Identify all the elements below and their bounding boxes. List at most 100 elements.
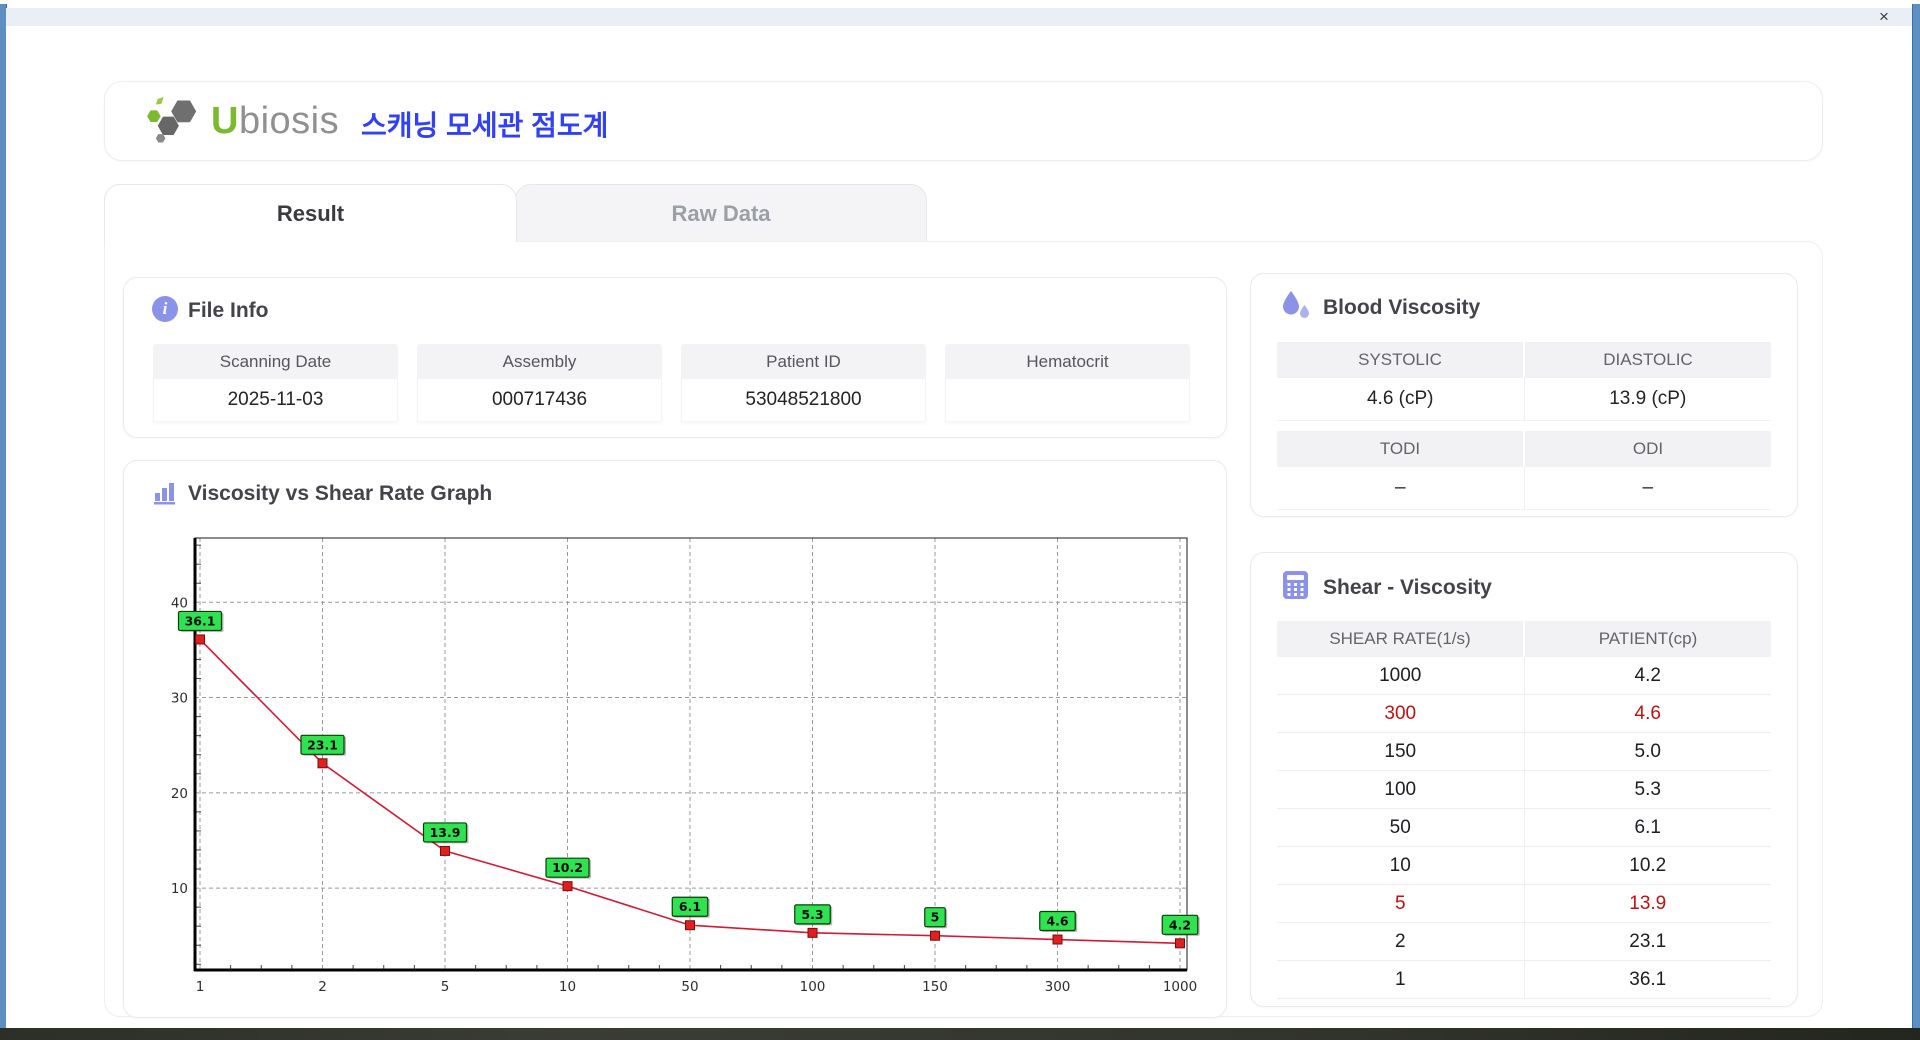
- svg-text:10: 10: [559, 979, 576, 995]
- logo-rest: biosis: [239, 100, 339, 142]
- file-info-card: i File Info Scanning Date 2025-11-03 Ass…: [123, 277, 1227, 438]
- field-label: Scanning Date: [153, 344, 398, 379]
- svg-text:4.2: 4.2: [1169, 917, 1191, 932]
- field-label: Patient ID: [681, 344, 926, 379]
- table-row: 1000 4.2: [1277, 657, 1771, 695]
- close-icon[interactable]: ×: [1874, 9, 1894, 26]
- bv-header-row-1: SYSTOLIC DIASTOLIC: [1277, 342, 1771, 378]
- field-value: [945, 379, 1190, 422]
- sv-cell-patient: 5.0: [1524, 733, 1772, 770]
- field-label: Hematocrit: [945, 344, 1190, 379]
- window-titlebar: ×: [6, 8, 1912, 27]
- svg-text:1000: 1000: [1163, 979, 1197, 995]
- viscosity-chart: 36.123.113.910.26.15.354.64.212510501001…: [152, 527, 1212, 1010]
- table-row: 150 5.0: [1277, 733, 1771, 771]
- sv-cell-patient: 4.2: [1524, 657, 1772, 694]
- svg-text:30: 30: [171, 691, 188, 707]
- shear-viscosity-title: Shear - Viscosity: [1323, 576, 1492, 600]
- sv-cell-patient: 13.9: [1524, 885, 1772, 922]
- droplets-icon: [1281, 290, 1311, 322]
- app-title: 스캐닝 모세관 점도계: [361, 104, 608, 144]
- desktop-edge-bottom: [0, 1028, 1920, 1040]
- svg-text:5: 5: [931, 910, 940, 925]
- table-row: 1 36.1: [1277, 961, 1771, 999]
- logo-letter-u: U: [211, 100, 239, 142]
- app-window: × Ubiosis 스캐닝 모세관 점도계 Result Raw Data: [0, 0, 1920, 1040]
- bv-value-systolic: 4.6 (cP): [1277, 378, 1524, 420]
- bv-value-row-2: – –: [1277, 467, 1771, 510]
- sv-cell-shear: 100: [1277, 771, 1524, 808]
- header-card: Ubiosis 스캐닝 모세관 점도계: [104, 81, 1823, 161]
- bv-value-diastolic: 13.9 (cP): [1524, 378, 1772, 420]
- sv-cell-patient: 23.1: [1524, 923, 1772, 960]
- file-info-title: File Info: [188, 299, 269, 323]
- sv-cell-shear: 300: [1277, 695, 1524, 732]
- field-value: 53048521800: [681, 379, 926, 422]
- sv-cell-shear: 5: [1277, 885, 1524, 922]
- graph-card: Viscosity vs Shear Rate Graph 36.123.113…: [123, 460, 1227, 1018]
- field-value: 2025-11-03: [153, 379, 398, 422]
- table-row: 10 10.2: [1277, 847, 1771, 885]
- bv-header-odi: ODI: [1523, 431, 1771, 467]
- logo: Ubiosis: [147, 96, 339, 146]
- sv-col-patient: PATIENT(cp): [1523, 621, 1771, 657]
- chart-canvas: 36.123.113.910.26.15.354.64.212510501001…: [152, 527, 1212, 1005]
- tab-raw-data[interactable]: Raw Data: [515, 184, 927, 242]
- table-row: 100 5.3: [1277, 771, 1771, 809]
- shear-viscosity-table: SHEAR RATE(1/s) PATIENT(cp) 1000 4.2 300…: [1277, 621, 1771, 999]
- sv-cell-shear: 150: [1277, 733, 1524, 770]
- sv-cell-shear: 2: [1277, 923, 1524, 960]
- svg-text:23.1: 23.1: [307, 737, 338, 752]
- field-label: Assembly: [417, 344, 662, 379]
- field-patient-id: Patient ID 53048521800: [681, 344, 926, 422]
- logo-mark-icon: [147, 96, 205, 146]
- graph-title: Viscosity vs Shear Rate Graph: [188, 482, 492, 506]
- svg-text:5: 5: [441, 979, 450, 995]
- table-row: 5 13.9: [1277, 885, 1771, 923]
- bv-header-todi: TODI: [1277, 431, 1523, 467]
- bv-value-odi: –: [1524, 467, 1772, 509]
- svg-text:5.3: 5.3: [801, 907, 823, 922]
- svg-text:40: 40: [171, 595, 188, 611]
- bv-value-todi: –: [1277, 467, 1524, 509]
- tab-result[interactable]: Result: [104, 184, 517, 242]
- sv-cell-patient: 36.1: [1524, 961, 1772, 998]
- svg-text:2: 2: [318, 979, 327, 995]
- sv-cell-patient: 4.6: [1524, 695, 1772, 732]
- bv-header-systolic: SYSTOLIC: [1277, 342, 1523, 378]
- svg-text:10.2: 10.2: [552, 860, 583, 875]
- table-row: 2 23.1: [1277, 923, 1771, 961]
- sv-cell-shear: 10: [1277, 847, 1524, 884]
- svg-text:300: 300: [1045, 979, 1071, 995]
- window-content: Ubiosis 스캐닝 모세관 점도계 Result Raw Data i Fi…: [6, 26, 1912, 1028]
- svg-text:20: 20: [171, 786, 188, 802]
- svg-text:13.9: 13.9: [430, 825, 461, 840]
- sv-cell-shear: 1: [1277, 961, 1524, 998]
- svg-text:36.1: 36.1: [185, 613, 216, 628]
- svg-text:4.6: 4.6: [1046, 914, 1068, 929]
- desktop-edge-right: [1912, 4, 1920, 1032]
- logo-text: Ubiosis: [211, 100, 339, 143]
- svg-text:150: 150: [922, 979, 948, 995]
- bar-chart-icon: [152, 479, 178, 505]
- field-scanning-date: Scanning Date 2025-11-03: [153, 344, 398, 422]
- blood-viscosity-title: Blood Viscosity: [1323, 296, 1480, 320]
- svg-text:50: 50: [681, 979, 698, 995]
- shear-viscosity-card: Shear - Viscosity SHEAR RATE(1/s) PATIEN…: [1250, 552, 1798, 1007]
- sv-cell-patient: 5.3: [1524, 771, 1772, 808]
- field-value: 000717436: [417, 379, 662, 422]
- field-assembly: Assembly 000717436: [417, 344, 662, 422]
- bv-header-row-2: TODI ODI: [1277, 431, 1771, 467]
- svg-text:6.1: 6.1: [679, 899, 701, 914]
- svg-text:1: 1: [196, 979, 205, 995]
- sv-cell-shear: 50: [1277, 809, 1524, 846]
- sv-cell-patient: 10.2: [1524, 847, 1772, 884]
- bv-value-row-1: 4.6 (cP) 13.9 (cP): [1277, 378, 1771, 421]
- sv-cell-shear: 1000: [1277, 657, 1524, 694]
- calculator-icon: [1282, 570, 1309, 600]
- svg-text:10: 10: [171, 881, 188, 897]
- info-icon: i: [152, 296, 178, 322]
- sv-cell-patient: 6.1: [1524, 809, 1772, 846]
- sv-header-row: SHEAR RATE(1/s) PATIENT(cp): [1277, 621, 1771, 657]
- field-hematocrit: Hematocrit: [945, 344, 1190, 422]
